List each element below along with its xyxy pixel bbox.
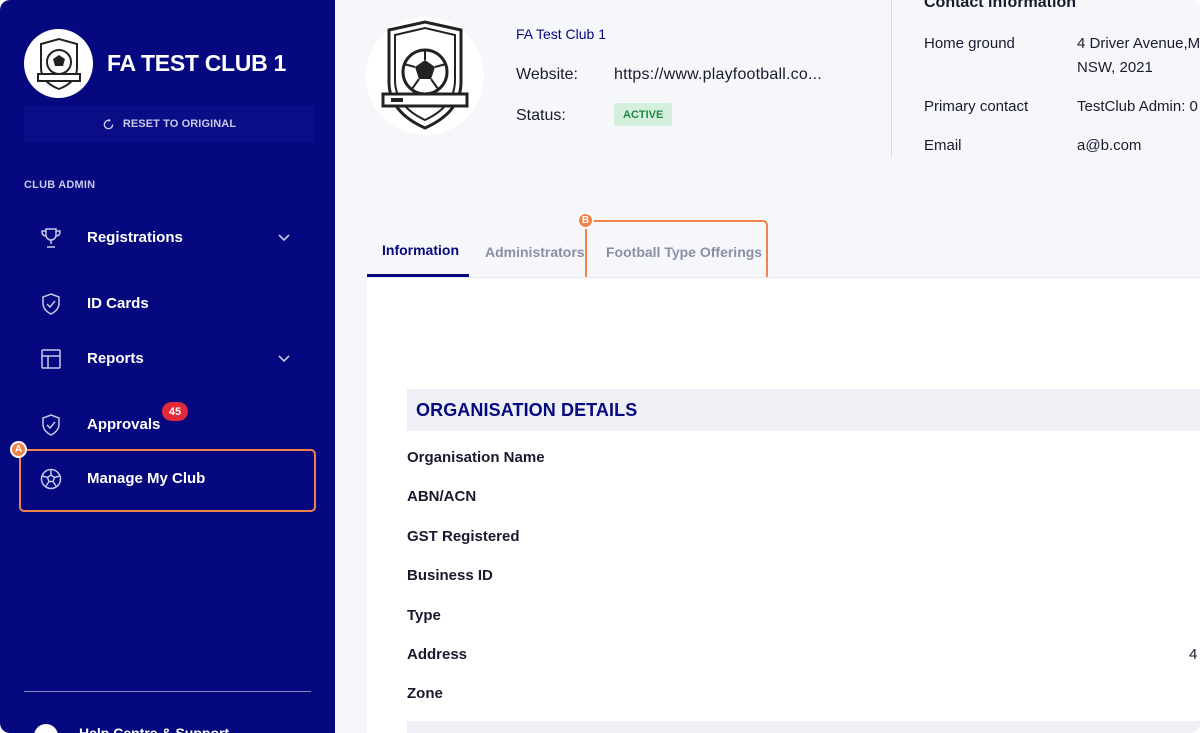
sidebar-item-label: Registrations (87, 228, 183, 246)
main-content: FA Test Club 1 Website: https://www.play… (335, 0, 1200, 733)
contact-information-heading: Contact information (924, 0, 1076, 11)
sidebar: FA TEST CLUB 1 RESET TO ORIGINAL CLUB AD… (0, 0, 335, 733)
sidebar-item-label: Reports (87, 349, 144, 367)
website-label: Website: (516, 66, 578, 83)
organisation-details-header: ORGANISATION DETAILS (407, 389, 1200, 431)
chevron-down-icon[interactable] (276, 229, 292, 245)
status-label: Status: (516, 107, 566, 124)
tab-information[interactable]: Information (367, 226, 469, 277)
chevron-down-icon[interactable] (276, 350, 292, 366)
field-label-gst-registered: GST Registered (407, 528, 520, 545)
field-label-abn-acn: ABN/ACN (407, 488, 477, 505)
tab-bar: Information Administrators Football Type… (367, 226, 1200, 277)
next-section-header (407, 721, 1200, 733)
field-label-organisation-name: Organisation Name (407, 449, 545, 466)
section-label-club-admin: CLUB ADMIN (24, 179, 96, 191)
field-label-business-id: Business ID (407, 567, 493, 584)
help-icon[interactable] (34, 724, 58, 733)
app-window: FA TEST CLUB 1 RESET TO ORIGINAL CLUB AD… (0, 0, 1200, 733)
step-marker-a: A (10, 441, 27, 458)
field-value-address: 4 (1189, 646, 1198, 663)
club-name: FA TEST CLUB 1 (107, 50, 286, 76)
approvals-count-badge: 45 (162, 402, 188, 421)
email-label: Email (924, 137, 962, 154)
org-name-link[interactable]: FA Test Club 1 (516, 26, 606, 42)
step-marker-b: B (577, 212, 594, 229)
layout-grid-icon (38, 346, 64, 372)
sidebar-divider (24, 691, 311, 692)
refresh-icon (103, 117, 114, 129)
sidebar-item-registrations[interactable]: Registrations (24, 217, 314, 257)
sidebar-item-reports[interactable]: Reports (24, 338, 314, 378)
club-crest-logo-large (366, 17, 484, 135)
tab-administrators[interactable]: Administrators (485, 226, 585, 277)
help-centre-link[interactable]: Help Centre & Support (79, 725, 229, 733)
field-label-zone: Zone (407, 685, 443, 702)
information-panel: ORGANISATION DETAILS Organisation Name A… (367, 277, 1200, 733)
highlight-box-a (19, 449, 316, 512)
primary-contact-value: TestClub Admin: 0 (1077, 98, 1198, 115)
email-value: a@b.com (1077, 137, 1142, 154)
header-divider (891, 0, 892, 158)
trophy-icon (38, 225, 64, 251)
highlight-box-b (585, 220, 768, 281)
home-ground-line1: 4 Driver Avenue,M (1077, 35, 1200, 52)
home-ground-label: Home ground (924, 35, 1015, 52)
club-crest-logo (24, 29, 93, 98)
shield-check-icon (38, 412, 64, 438)
status-badge: ACTIVE (614, 103, 673, 126)
primary-contact-label: Primary contact (924, 98, 1029, 115)
organisation-details-title: ORGANISATION DETAILS (416, 399, 638, 420)
website-link[interactable]: https://www.playfootball.co... (614, 66, 822, 84)
home-ground-line2: NSW, 2021 (1077, 59, 1153, 76)
field-label-type: Type (407, 607, 441, 624)
reset-to-original-button[interactable]: RESET TO ORIGINAL (24, 106, 314, 142)
sidebar-item-label: Approvals (87, 415, 161, 433)
sidebar-item-label: ID Cards (87, 294, 149, 312)
reset-label: RESET TO ORIGINAL (122, 118, 237, 130)
sidebar-item-id-cards[interactable]: ID Cards (24, 283, 314, 323)
shield-check-icon (38, 291, 64, 317)
field-label-address: Address (407, 646, 468, 663)
